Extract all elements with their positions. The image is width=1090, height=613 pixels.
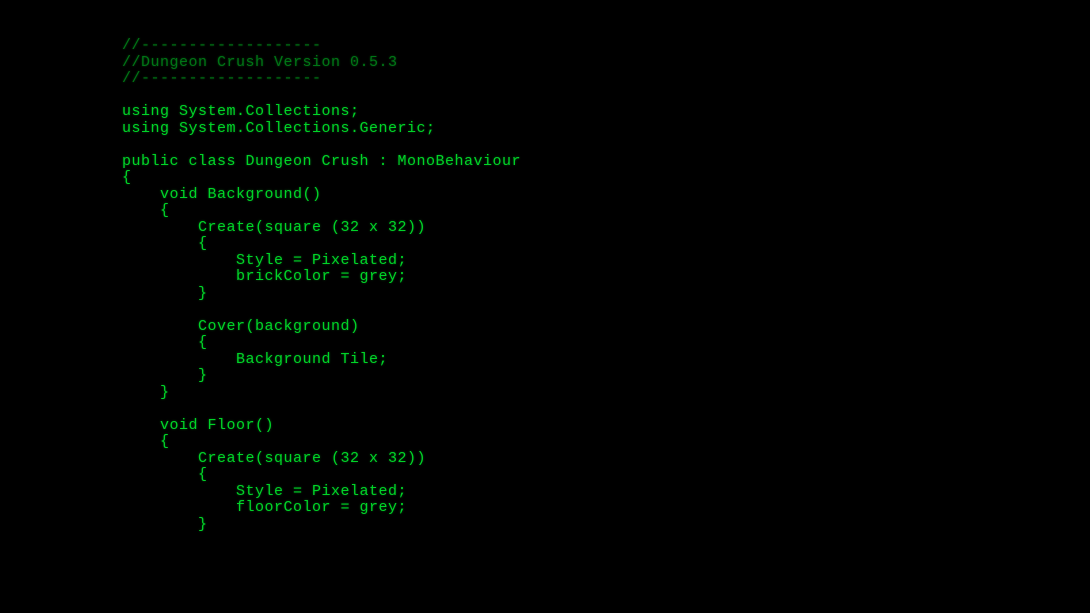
code-line xyxy=(122,302,1090,319)
code-line: { xyxy=(122,335,1090,352)
code-line: { xyxy=(122,236,1090,253)
code-line: } xyxy=(122,286,1090,303)
code-line: //Dungeon Crush Version 0.5.3 xyxy=(122,55,1090,72)
code-line: Background Tile; xyxy=(122,352,1090,369)
code-line: } xyxy=(122,368,1090,385)
code-line: Style = Pixelated; xyxy=(122,484,1090,501)
code-line: { xyxy=(122,203,1090,220)
code-line xyxy=(122,137,1090,154)
code-line: void Floor() xyxy=(122,418,1090,435)
code-line: Create(square (32 x 32)) xyxy=(122,220,1090,237)
code-line: //------------------- xyxy=(122,38,1090,55)
code-line: brickColor = grey; xyxy=(122,269,1090,286)
code-line xyxy=(122,88,1090,105)
code-line xyxy=(122,401,1090,418)
code-line: using System.Collections.Generic; xyxy=(122,121,1090,138)
code-line: using System.Collections; xyxy=(122,104,1090,121)
code-line: public class Dungeon Crush : MonoBehavio… xyxy=(122,154,1090,171)
code-editor: //-------------------//Dungeon Crush Ver… xyxy=(0,0,1090,533)
code-line: { xyxy=(122,434,1090,451)
code-line: floorColor = grey; xyxy=(122,500,1090,517)
code-line: Style = Pixelated; xyxy=(122,253,1090,270)
code-line: //------------------- xyxy=(122,71,1090,88)
code-line: } xyxy=(122,517,1090,534)
code-line: { xyxy=(122,170,1090,187)
code-line: void Background() xyxy=(122,187,1090,204)
code-line: Create(square (32 x 32)) xyxy=(122,451,1090,468)
code-line: { xyxy=(122,467,1090,484)
code-line: } xyxy=(122,385,1090,402)
code-line: Cover(background) xyxy=(122,319,1090,336)
